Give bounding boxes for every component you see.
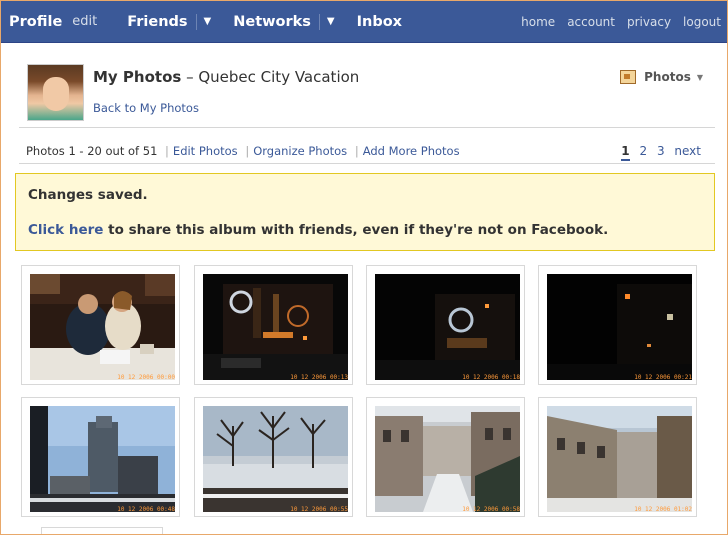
photo-thumbnail[interactable]: 10 12 2006 00:48 xyxy=(21,397,180,517)
photo-image xyxy=(375,406,520,512)
photo-thumbnail[interactable]: 10 12 2006 00:13 xyxy=(194,265,353,385)
next-page-link[interactable]: next xyxy=(674,144,701,158)
avatar-face xyxy=(43,77,69,111)
edit-photos-link[interactable]: Edit Photos xyxy=(173,144,238,158)
title-dash: – xyxy=(181,68,199,86)
notice-heading: Changes saved. xyxy=(28,187,148,203)
photo-image xyxy=(203,274,348,380)
friends-dropdown-icon[interactable]: ▼ xyxy=(195,13,211,30)
next-row-thumbnail-edge xyxy=(41,527,163,534)
photo-timestamp: 10 12 2006 00:21 xyxy=(634,374,692,381)
photo-timestamp: 10 12 2006 00:13 xyxy=(290,374,348,381)
album-toolbar: Photos 1 - 20 out of 51 | Edit Photos | Or… xyxy=(19,141,715,164)
page-title: My Photos – Quebec City Vacation xyxy=(93,68,359,86)
photo-timestamp: 10 12 2006 00:55 xyxy=(290,506,348,513)
photo-timestamp: 10 12 2006 00:58 xyxy=(462,506,520,513)
photos-menu-button[interactable]: Photos ▼ xyxy=(620,70,703,84)
photo-count: Photos 1 - 20 out of 51 xyxy=(26,144,158,158)
nav-networks-link[interactable]: Networks ▼ xyxy=(233,13,335,30)
nav-privacy-link[interactable]: privacy xyxy=(627,15,671,29)
add-more-photos-link[interactable]: Add More Photos xyxy=(363,144,460,158)
photo-icon xyxy=(620,70,637,84)
networks-dropdown-icon[interactable]: ▼ xyxy=(318,13,335,30)
nav-left: Profile edit Friends ▼ Networks ▼ Inbox xyxy=(9,13,402,30)
chevron-down-icon: ▼ xyxy=(696,72,703,82)
divider: | xyxy=(245,144,250,158)
page-3-link[interactable]: 3 xyxy=(657,144,665,158)
nav-profile-link[interactable]: Profile xyxy=(9,14,62,30)
photo-thumbnail[interactable]: 10 12 2006 00:21 xyxy=(538,265,697,385)
share-album-text: to share this album with friends, even i… xyxy=(103,222,609,238)
photo-image xyxy=(30,274,175,380)
page-1-link[interactable]: 1 xyxy=(621,144,630,161)
photo-timestamp: 10 12 2006 01:02 xyxy=(634,506,692,513)
notice-share-text: Click here to share this album with frie… xyxy=(28,222,608,238)
profile-avatar[interactable] xyxy=(27,64,84,121)
share-album-link[interactable]: Click here xyxy=(28,222,103,238)
photos-menu-label: Photos xyxy=(644,70,691,84)
photo-grid: 10 12 2006 00:00 10 12 2006 00:13 10 12 … xyxy=(21,265,711,534)
changes-saved-notice: Changes saved. Click here to share this … xyxy=(15,173,715,251)
photo-image xyxy=(203,406,348,512)
photo-thumbnail[interactable]: 10 12 2006 01:02 xyxy=(538,397,697,517)
photo-thumbnail[interactable]: 10 12 2006 00:00 xyxy=(21,265,180,385)
photo-timestamp: 10 12 2006 00:48 xyxy=(117,506,175,513)
photo-thumbnail[interactable]: 10 12 2006 00:58 xyxy=(366,397,525,517)
top-nav-bar: Profile edit Friends ▼ Networks ▼ Inbox … xyxy=(1,1,727,43)
photo-image xyxy=(375,274,520,380)
pagination: 1 2 3 next xyxy=(615,144,701,161)
divider: | xyxy=(165,144,169,158)
album-actions: Photos 1 - 20 out of 51 | Edit Photos | Or… xyxy=(26,144,460,158)
photo-timestamp: 10 12 2006 00:00 xyxy=(117,374,175,381)
nav-inbox-link[interactable]: Inbox xyxy=(357,14,402,30)
nav-right: home account privacy logout xyxy=(509,15,721,29)
my-photos-title: My Photos xyxy=(93,68,182,86)
photo-thumbnail[interactable]: 10 12 2006 00:18 xyxy=(366,265,525,385)
nav-home-link[interactable]: home xyxy=(521,15,555,29)
photo-image xyxy=(547,274,692,380)
browser-frame: Profile edit Friends ▼ Networks ▼ Inbox … xyxy=(0,0,728,535)
nav-account-link[interactable]: account xyxy=(567,15,615,29)
nav-edit-link[interactable]: edit xyxy=(72,14,97,29)
photo-timestamp: 10 12 2006 00:18 xyxy=(462,374,520,381)
photo-thumbnail[interactable]: 10 12 2006 00:55 xyxy=(194,397,353,517)
nav-friends-label[interactable]: Friends xyxy=(127,14,187,30)
divider: | xyxy=(354,144,359,158)
back-to-my-photos-link[interactable]: Back to My Photos xyxy=(93,101,199,115)
page-2-link[interactable]: 2 xyxy=(639,144,647,158)
photo-image xyxy=(30,406,175,512)
nav-logout-link[interactable]: logout xyxy=(683,15,721,29)
album-name: Quebec City Vacation xyxy=(198,68,360,86)
photo-image xyxy=(547,406,692,512)
nav-networks-label[interactable]: Networks xyxy=(233,14,311,30)
album-header: My Photos – Quebec City Vacation Back to… xyxy=(19,59,715,128)
nav-friends-link[interactable]: Friends ▼ xyxy=(127,13,211,30)
organize-photos-link[interactable]: Organize Photos xyxy=(253,144,347,158)
